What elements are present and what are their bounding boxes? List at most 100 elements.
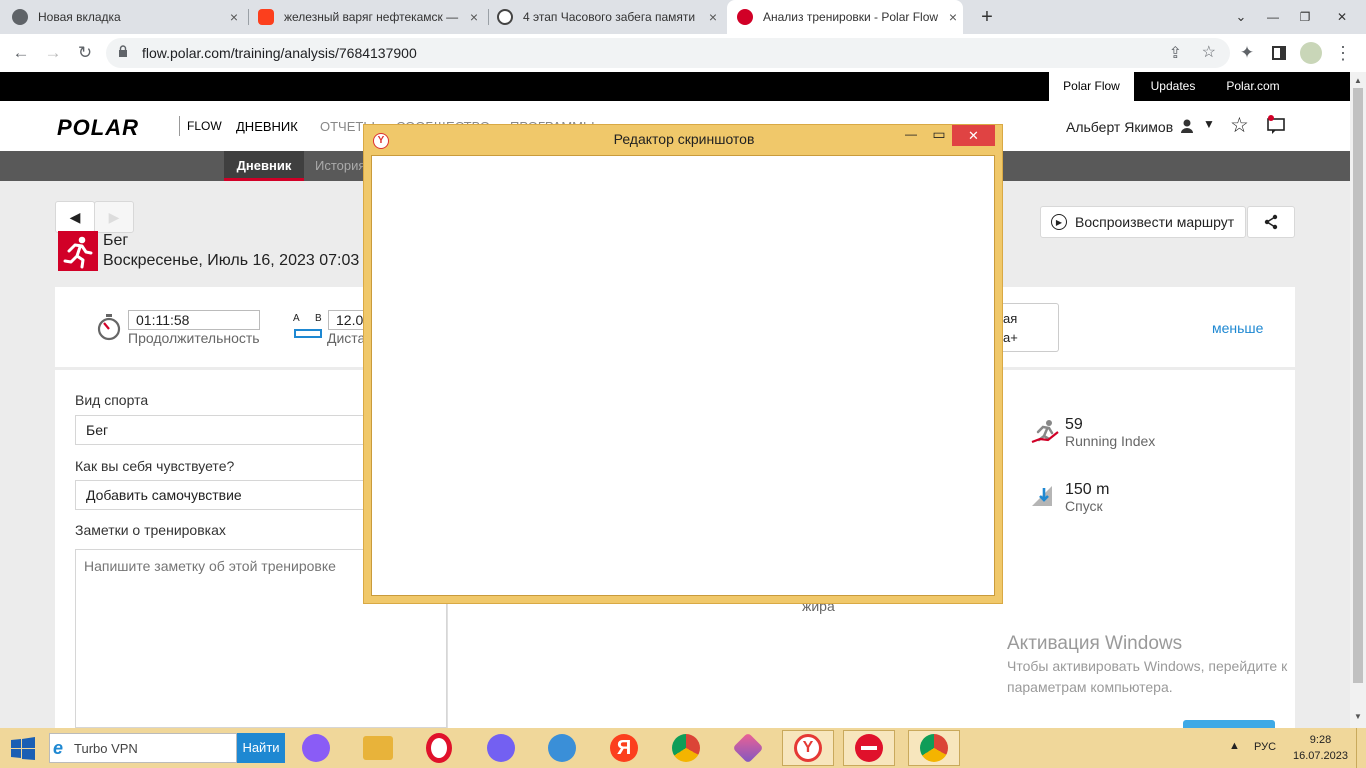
close-window-button[interactable]: ✕ xyxy=(1322,0,1362,34)
screenshot-editor-window[interactable]: Y Редактор скриншотов — ▭ ✕ xyxy=(363,124,1003,604)
subnav-diary[interactable]: Дневник xyxy=(224,151,304,181)
nav-diary[interactable]: ДНЕВНИК xyxy=(236,119,298,134)
topbar-polar-flow[interactable]: Polar Flow xyxy=(1049,72,1134,101)
less-link[interactable]: меньше xyxy=(1212,320,1263,336)
polar-app[interactable] xyxy=(843,730,895,766)
tab-polar-active[interactable]: Анализ тренировки - Polar Flow × xyxy=(727,0,963,34)
partial-blue-button[interactable] xyxy=(1183,720,1275,728)
page-scrollbar[interactable]: ▲ ▼ xyxy=(1350,72,1366,728)
dialog-maximize-button[interactable]: ▭ xyxy=(930,126,948,143)
yandex-icon xyxy=(258,9,274,25)
distance-input[interactable]: 12.0 xyxy=(328,310,368,330)
tab-title: 4 этап Часового забега памяти xyxy=(523,10,696,24)
dialog-canvas[interactable] xyxy=(371,155,995,596)
tab-search-button[interactable]: ⌄ xyxy=(1232,0,1250,34)
subnav-history[interactable]: История xyxy=(315,151,365,181)
browser-tab-strip: Новая вкладка × железный варяг нефтекамс… xyxy=(0,0,1366,34)
tab-separator xyxy=(488,9,489,25)
descent-label: Спуск xyxy=(1065,498,1103,514)
partial-box-line-1: ая xyxy=(1003,311,1018,326)
url-text: flow.polar.com/training/analysis/7684137… xyxy=(142,45,417,61)
duration-label: Продолжительность xyxy=(128,330,260,346)
training-date: Воскресенье, Июль 16, 2023 07:03 xyxy=(103,252,360,269)
windows-taskbar: e Turbo VPN Найти Я Y ▲ РУС 9:28 16.07.2… xyxy=(0,728,1366,768)
tab-yandex[interactable]: железный варяг нефтекамск — × xyxy=(258,0,484,34)
opera-app[interactable] xyxy=(413,730,465,766)
scroll-thumb[interactable] xyxy=(1353,88,1363,683)
viber-icon xyxy=(487,734,515,762)
clock-date[interactable]: 16.07.2023 xyxy=(1289,750,1352,762)
gem-icon xyxy=(732,732,764,764)
alice-app[interactable] xyxy=(290,730,342,766)
side-panel-icon[interactable] xyxy=(1268,42,1290,64)
share-button[interactable] xyxy=(1247,206,1295,238)
maximize-button[interactable]: ❐ xyxy=(1290,0,1320,34)
yandex-browser-app[interactable]: Y xyxy=(782,730,834,766)
yandex-app[interactable]: Я xyxy=(598,730,650,766)
tab-new[interactable]: Новая вкладка × xyxy=(12,0,244,34)
distance-ruler-icon xyxy=(294,329,322,338)
stopwatch-icon xyxy=(96,312,122,347)
tab-close-icon[interactable]: × xyxy=(464,9,484,25)
feeling-select[interactable]: Добавить самочувствие xyxy=(75,480,375,510)
polar-logo[interactable]: POLAR xyxy=(57,115,139,141)
new-tab-button[interactable]: + xyxy=(976,0,998,34)
chrome-profile-app[interactable] xyxy=(908,730,960,766)
clock-time[interactable]: 9:28 xyxy=(1293,734,1348,746)
running-index-icon xyxy=(1030,418,1060,451)
next-training-button[interactable]: ▶ xyxy=(94,201,134,233)
running-index-label: Running Index xyxy=(1065,433,1156,449)
tab-close-icon[interactable]: × xyxy=(703,9,723,25)
back-icon[interactable]: ← xyxy=(10,42,32,64)
extensions-puzzle-icon[interactable]: ✦ xyxy=(1236,42,1258,64)
bookmark-star-icon[interactable]: ☆ xyxy=(1202,42,1216,62)
scroll-up-icon[interactable]: ▲ xyxy=(1354,76,1362,85)
activation-watermark-line1: Чтобы активировать Windows, перейдите к xyxy=(1007,658,1288,674)
descent-icon xyxy=(1030,484,1058,513)
partial-box-line-2: а+ xyxy=(1003,330,1018,345)
clock-icon xyxy=(497,9,513,25)
dialog-minimize-button[interactable]: — xyxy=(902,127,920,141)
browser-menu-icon[interactable]: ⋮ xyxy=(1332,42,1354,64)
minimize-button[interactable]: — xyxy=(1258,0,1288,34)
address-bar[interactable]: flow.polar.com/training/analysis/7684137… xyxy=(106,38,1230,68)
polar-icon xyxy=(855,734,883,762)
viber-app[interactable] xyxy=(475,730,527,766)
tab-close-icon[interactable]: × xyxy=(224,9,244,25)
taskbar-search-button[interactable]: Найти xyxy=(237,733,285,763)
taskbar-search-box[interactable]: e Turbo VPN xyxy=(49,733,237,763)
activation-watermark-line2: параметрам компьютера. xyxy=(1007,679,1173,695)
topbar-polar-com[interactable]: Polar.com xyxy=(1212,72,1294,101)
tab-race[interactable]: 4 этап Часового забега памяти × xyxy=(497,0,723,34)
chrome-app[interactable] xyxy=(660,730,712,766)
sport-select[interactable]: Бег xyxy=(75,415,375,445)
topbar-updates[interactable]: Updates xyxy=(1138,72,1208,101)
chrome-icon xyxy=(672,734,700,762)
replay-route-label: Воспроизвести маршрут xyxy=(1075,214,1235,230)
forward-icon[interactable]: → xyxy=(42,42,64,64)
language-indicator[interactable]: РУС xyxy=(1254,741,1276,753)
user-icon[interactable] xyxy=(1180,118,1194,137)
gem-app[interactable] xyxy=(722,730,774,766)
opera-icon xyxy=(426,733,452,763)
dialog-close-button[interactable]: ✕ xyxy=(952,125,995,146)
reload-icon[interactable]: ↻ xyxy=(74,42,96,64)
prev-training-button[interactable]: ◀ xyxy=(55,201,95,233)
favorites-star-icon[interactable]: ☆ xyxy=(1230,113,1249,138)
notifications-icon[interactable] xyxy=(1266,115,1286,140)
scroll-down-icon[interactable]: ▼ xyxy=(1354,712,1362,721)
replay-route-button[interactable]: ▶ Воспроизвести маршрут xyxy=(1040,206,1246,238)
duration-input[interactable]: 01:11:58 xyxy=(128,310,260,330)
user-dropdown-icon[interactable]: ▼ xyxy=(1203,117,1215,131)
tab-title: железный варяг нефтекамск — xyxy=(284,10,459,24)
explorer-app[interactable] xyxy=(352,730,404,766)
globe-app[interactable] xyxy=(536,730,588,766)
share-page-icon[interactable]: ⇪ xyxy=(1169,43,1182,63)
tab-close-icon[interactable]: × xyxy=(943,9,963,25)
show-desktop-button[interactable] xyxy=(1356,728,1366,768)
user-name[interactable]: Альберт Якимов xyxy=(1066,119,1173,135)
profile-avatar[interactable] xyxy=(1300,42,1322,64)
activation-watermark-title: Активация Windows xyxy=(1007,633,1183,654)
windows-start-icon[interactable] xyxy=(10,737,36,766)
tray-chevron-icon[interactable]: ▲ xyxy=(1229,740,1240,752)
